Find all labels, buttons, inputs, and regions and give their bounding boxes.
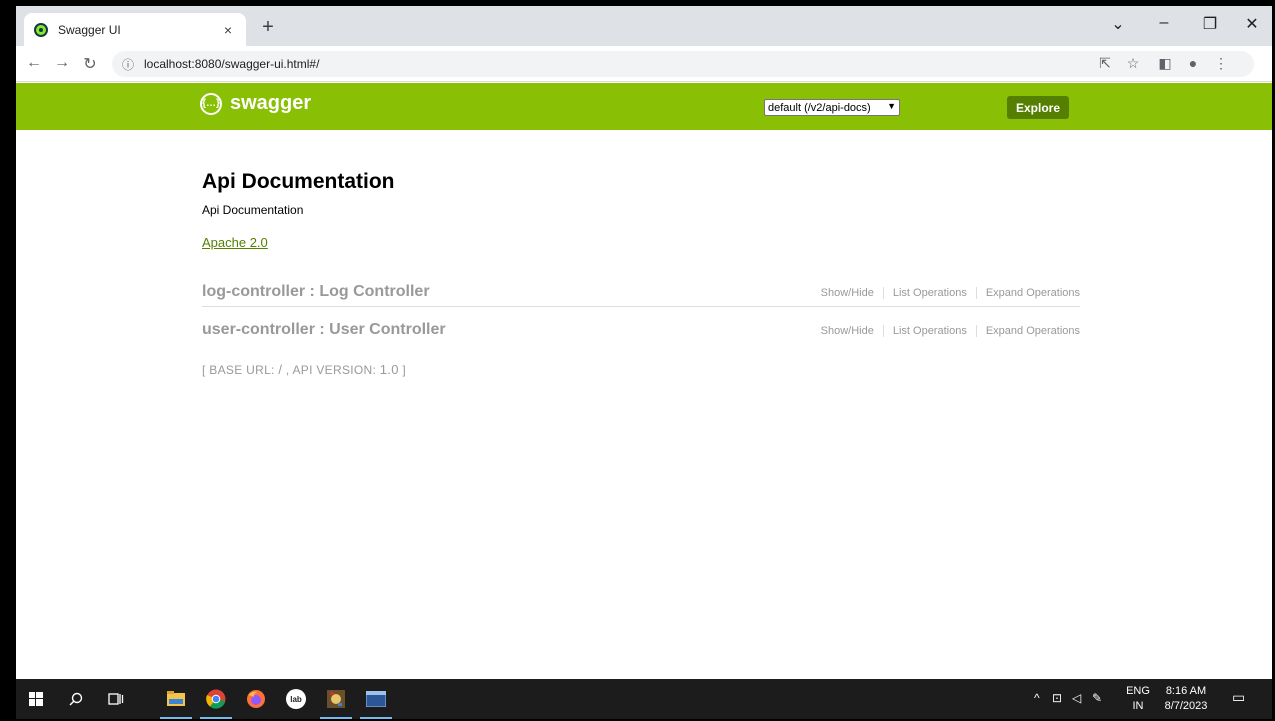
app-window-icon[interactable] — [356, 679, 396, 719]
address-bar[interactable]: ⓘ localhost:8080/swagger-ui.html#/ — [112, 51, 1254, 77]
tab-close-icon[interactable]: × — [220, 22, 236, 38]
chevron-down-icon: ▼ — [887, 101, 896, 111]
api-info-footer: [ BASE URL: / , API VERSION: 1.0 ] — [202, 362, 406, 377]
new-tab-button[interactable]: + — [256, 16, 280, 40]
side-panel-icon[interactable]: ◧ — [1156, 55, 1174, 72]
footer-bracket-close: ] — [398, 363, 407, 377]
language-indicator[interactable]: ENG IN — [1126, 684, 1150, 714]
list-operations-link[interactable]: List Operations — [884, 325, 977, 337]
resource-ops: Show/Hide List Operations Expand Operati… — [812, 287, 1080, 299]
resource-name[interactable]: log-controller : Log Controller — [202, 283, 430, 301]
api-version-value: 1.0 — [379, 362, 399, 377]
resource-ops: Show/Hide List Operations Expand Operati… — [812, 325, 1080, 337]
language-bottom: IN — [1132, 700, 1144, 712]
language-top: ENG — [1126, 685, 1150, 697]
reload-icon[interactable]: ↻ — [80, 54, 100, 74]
notification-icon[interactable]: ▭ — [1232, 689, 1245, 706]
task-view-icon[interactable] — [96, 679, 136, 719]
show-hide-link[interactable]: Show/Hide — [812, 287, 884, 299]
api-version-sep: : — [372, 363, 380, 377]
app-icon[interactable] — [316, 679, 356, 719]
tray-chevron-up-icon[interactable]: ^ — [1034, 691, 1040, 705]
file-explorer-icon[interactable] — [156, 679, 196, 719]
desktop-frame: Swagger UI × + ⌄ – ❐ ✕ ← → ↻ ⓘ localhost… — [0, 0, 1275, 721]
restore-button[interactable]: ❐ — [1198, 14, 1222, 34]
resource-divider — [202, 306, 1080, 307]
site-info-icon[interactable]: ⓘ — [122, 56, 138, 73]
expand-operations-link[interactable]: Expand Operations — [977, 325, 1080, 337]
api-version-label: API VERSION — [292, 363, 373, 377]
browser-toolbar: ← → ↻ ⓘ localhost:8080/swagger-ui.html#/… — [16, 46, 1272, 82]
lab-text: lab — [286, 689, 306, 709]
windows-taskbar: lab ^ ⊡ ◁ ✎ ENG IN 8:16 AM 8/7/2023 ▭ — [16, 679, 1272, 719]
volume-muted-icon[interactable]: ◁ — [1072, 691, 1081, 705]
system-clock[interactable]: 8:16 AM 8/7/2023 — [1158, 684, 1214, 714]
chrome-icon[interactable] — [196, 679, 236, 719]
lab-icon[interactable]: lab — [276, 679, 316, 719]
swagger-logo[interactable]: {…} swagger — [200, 92, 311, 115]
firefox-icon[interactable] — [236, 679, 276, 719]
swagger-favicon-icon — [34, 22, 48, 37]
api-title: Api Documentation — [202, 170, 395, 193]
pen-icon[interactable]: ✎ — [1092, 691, 1102, 705]
windows-start-icon[interactable] — [16, 679, 56, 719]
show-hide-link[interactable]: Show/Hide — [812, 325, 884, 337]
api-spec-select-value: default (/v2/api-docs) — [768, 101, 871, 114]
swagger-header: {…} swagger default (/v2/api-docs) ▼ Exp… — [16, 83, 1272, 130]
minimize-button[interactable]: – — [1152, 14, 1176, 32]
explore-button[interactable]: Explore — [1007, 96, 1069, 119]
close-window-button[interactable]: ✕ — [1240, 14, 1264, 34]
swagger-logo-text: swagger — [230, 92, 312, 114]
license-link[interactable]: Apache 2.0 — [202, 235, 268, 250]
tab-strip: Swagger UI × + ⌄ – ❐ ✕ — [16, 6, 1272, 46]
clock-date: 8/7/2023 — [1164, 700, 1208, 712]
screen: Swagger UI × + ⌄ – ❐ ✕ ← → ↻ ⓘ localhost… — [16, 6, 1272, 719]
search-icon[interactable] — [56, 679, 96, 719]
share-icon[interactable]: ⇱ — [1096, 55, 1114, 72]
api-description: Api Documentation — [202, 203, 304, 217]
clock-time: 8:16 AM — [1165, 685, 1207, 697]
menu-kebab-icon[interactable]: ⋮ — [1212, 55, 1230, 72]
tab-title: Swagger UI — [58, 22, 121, 37]
tab-swagger-ui[interactable]: Swagger UI × — [24, 13, 246, 46]
back-arrow-icon[interactable]: ← — [24, 54, 44, 72]
bookmark-star-icon[interactable]: ☆ — [1124, 55, 1142, 72]
url-text[interactable]: localhost:8080/swagger-ui.html#/ — [144, 57, 319, 71]
base-url-label: BASE URL — [209, 363, 272, 377]
profile-avatar-icon[interactable]: ● — [1184, 55, 1202, 71]
resource-user-controller: user-controller : User Controller Show/H… — [202, 321, 1080, 357]
footer-comma: , — [282, 363, 293, 377]
expand-operations-link[interactable]: Expand Operations — [977, 287, 1080, 299]
resource-name[interactable]: user-controller : User Controller — [202, 321, 446, 339]
network-icon[interactable]: ⊡ — [1052, 691, 1062, 705]
api-spec-select[interactable]: default (/v2/api-docs) ▼ — [764, 99, 900, 116]
list-operations-link[interactable]: List Operations — [884, 287, 977, 299]
resource-log-controller: log-controller : Log Controller Show/Hid… — [202, 283, 1080, 319]
forward-arrow-icon[interactable]: → — [52, 54, 72, 72]
tab-search-chevron-icon[interactable]: ⌄ — [1106, 14, 1130, 34]
swagger-logo-icon: {…} — [200, 92, 222, 115]
